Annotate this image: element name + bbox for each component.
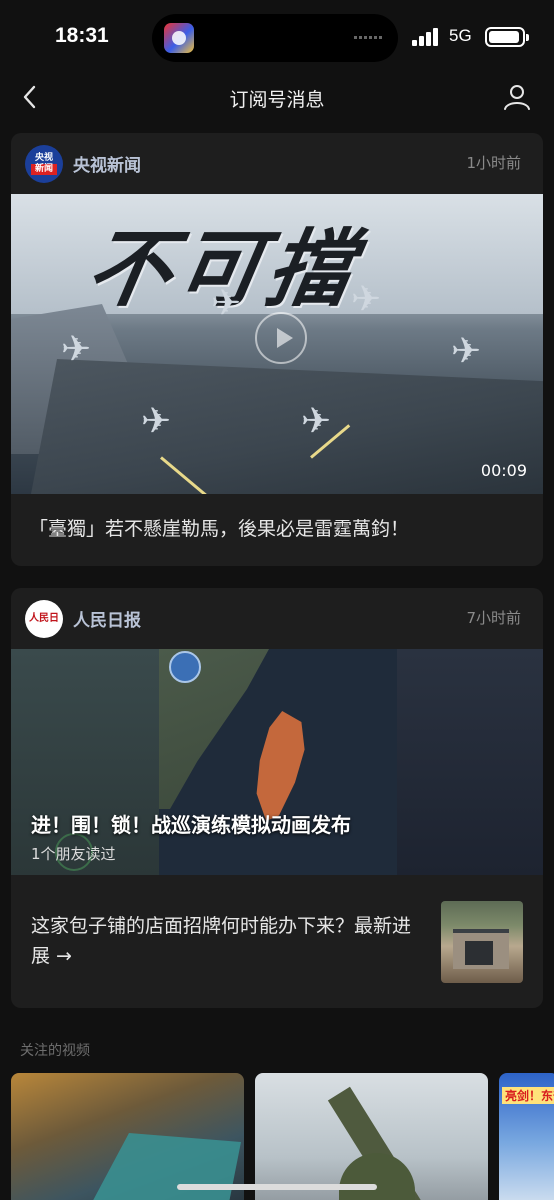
battery-icon (485, 27, 529, 47)
jet-icon: ✈ (351, 279, 382, 320)
jet-icon: ✈ (451, 331, 482, 372)
status-time: 18:31 (55, 24, 109, 47)
map-image (159, 649, 397, 875)
post-time: 1小时前 (466, 154, 521, 172)
network-type: 5G (449, 26, 472, 45)
cellular-signal-icon (412, 28, 440, 46)
list-item-thumbnail (441, 901, 523, 983)
home-indicator[interactable] (177, 1184, 377, 1190)
post-time: 7小时前 (466, 609, 521, 627)
jet-icon: ✈ (141, 401, 172, 442)
jet-icon: ✈ (61, 329, 92, 370)
dynamic-island[interactable] (152, 14, 398, 62)
followed-video-tile[interactable] (11, 1073, 244, 1200)
emblem-icon (169, 651, 201, 683)
article-card-cctv[interactable]: 央视 新闻 央视新闻 1小时前 不可擋 ✈ ✈ ✈ ✈ ✈ ✈ 00:09 「臺… (11, 133, 543, 566)
video-duration: 00:09 (480, 461, 527, 480)
live-activity-app-icon (164, 23, 194, 53)
friends-read-count: 1个朋友读过 (31, 845, 116, 863)
feature-article-cover[interactable]: 进！围！锁！战巡演练模拟动画发布 1个朋友读过 (11, 649, 543, 875)
article-title[interactable]: 「臺獨」若不懸崖勒馬，後果必是雷霆萬鈞！ (11, 494, 543, 566)
video-overlay-headline: 不可擋 (79, 220, 367, 318)
section-label: 关注的视频 (20, 1043, 90, 1059)
user-profile-icon[interactable] (502, 82, 532, 112)
feature-article-title: 进！围！锁！战巡演练模拟动画发布 (31, 813, 351, 837)
list-item-title: 这家包子铺的店面招牌何时能办下来？最新进展 → (31, 915, 412, 967)
video-thumbnail[interactable]: 不可擋 ✈ ✈ ✈ ✈ ✈ ✈ 00:09 (11, 194, 543, 494)
video-tile-overlay: 亮剑！东部 (502, 1087, 554, 1104)
list-item[interactable]: 这家包子铺的店面招牌何时能办下来？最新进展 → (11, 875, 543, 1008)
play-icon[interactable] (255, 312, 307, 364)
source-name[interactable]: 央视新闻 (73, 151, 141, 176)
nav-bar: 订阅号消息 (0, 76, 554, 122)
status-bar: 18:31 5G (0, 0, 554, 76)
jet-icon: ✈ (301, 401, 332, 442)
jet-icon: ✈ (211, 283, 242, 324)
card-header: 央视 新闻 央视新闻 1小时前 (11, 133, 543, 194)
page-title: 订阅号消息 (229, 89, 325, 111)
peoples-daily-logo[interactable]: 人民日報 (25, 600, 63, 638)
followed-video-tile[interactable] (255, 1073, 488, 1200)
article-card-peoples-daily[interactable]: 人民日報 人民日报 7小时前 进！围！锁！战巡演练模拟动画发布 1个朋友读过 这… (11, 588, 543, 1008)
source-name[interactable]: 人民日报 (73, 606, 141, 631)
followed-video-tile[interactable]: 亮剑！东部 (499, 1073, 554, 1200)
cctv-news-logo[interactable]: 央视 新闻 (25, 145, 63, 183)
island-indicator-icon (354, 36, 382, 39)
card-header: 人民日報 人民日报 7小时前 (11, 588, 543, 649)
